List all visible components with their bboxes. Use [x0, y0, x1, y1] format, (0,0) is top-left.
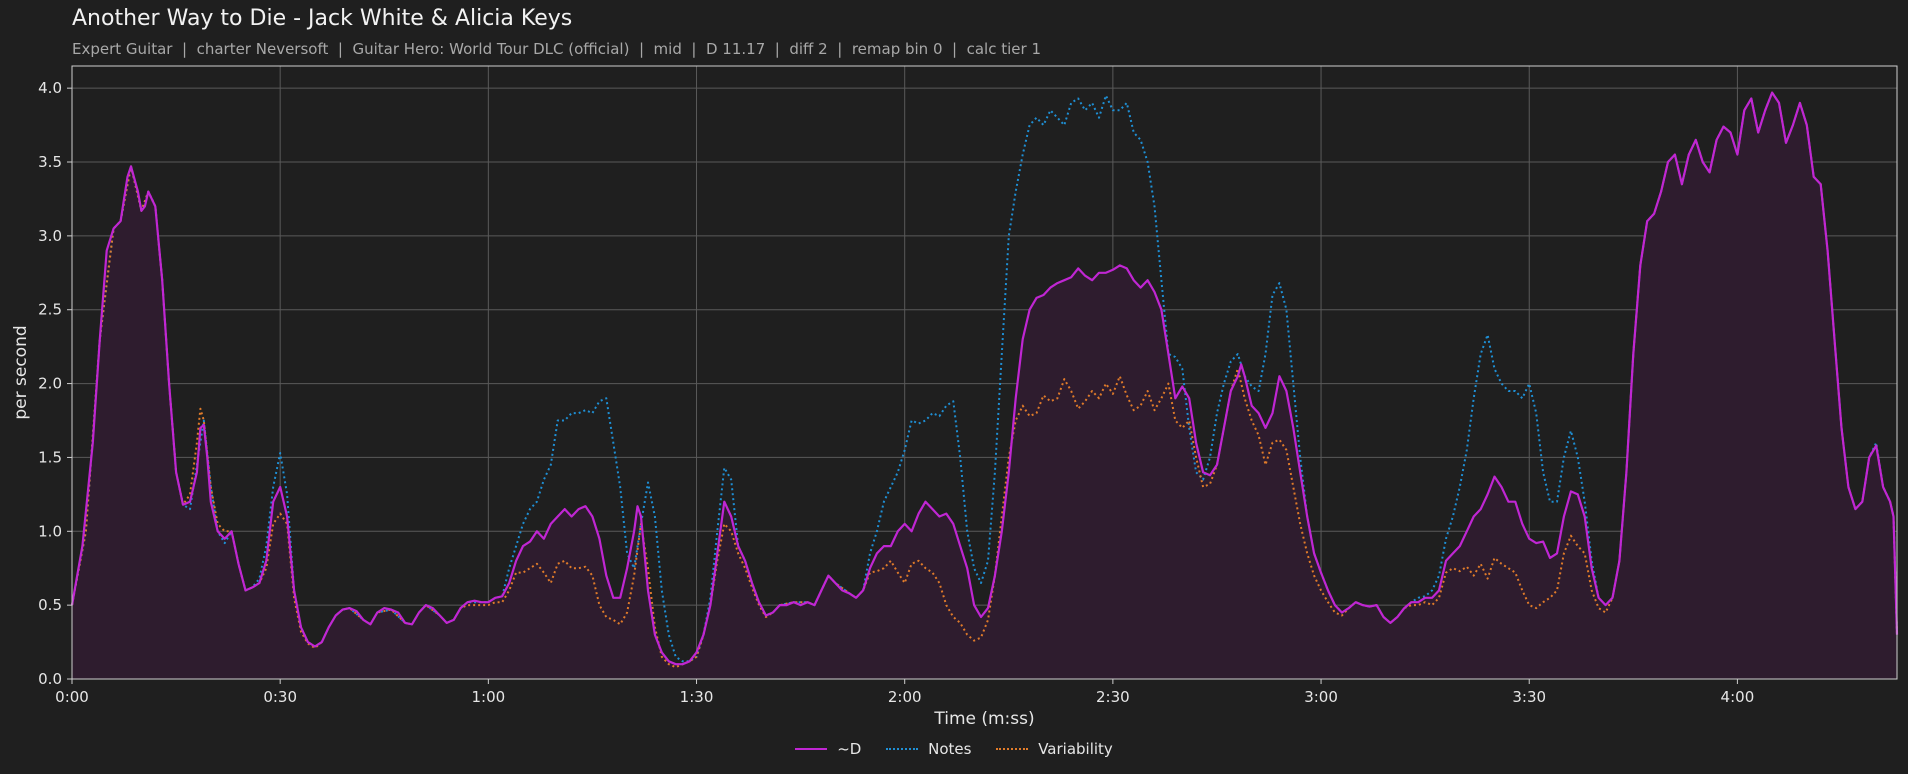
- legend-label-variability: Variability: [1038, 740, 1113, 758]
- legend-label-d: ~D: [837, 740, 862, 758]
- y-tick-label: 4.0: [38, 79, 62, 97]
- x-tick-label: 3:30: [1512, 688, 1546, 706]
- y-tick-label: 3.0: [38, 227, 62, 245]
- plot-area: 0:00 0:30 1:00 1:30 2:00 2:30 3:00 3:30 4:00 0.0…: [11, 65, 1899, 729]
- y-tick-label: 1.0: [38, 522, 62, 540]
- legend-label-notes: Notes: [928, 740, 972, 758]
- x-axis-label: Time (m:ss): [933, 709, 1034, 729]
- x-tick-label: 1:30: [680, 688, 714, 706]
- x-tick-label: 4:00: [1721, 688, 1755, 706]
- y-tick-label: 0.5: [38, 596, 62, 614]
- y-tick-label: 1.5: [38, 448, 62, 466]
- x-tick-label: 2:00: [888, 688, 922, 706]
- legend-swatch-variability: [996, 748, 1029, 750]
- y-tick-label: 2.5: [38, 301, 62, 319]
- legend: ~D Notes Variability: [0, 736, 1908, 758]
- legend-swatch-d: [795, 748, 828, 750]
- x-tick-label: 3:00: [1304, 688, 1338, 706]
- x-tick-label: 2:30: [1096, 688, 1130, 706]
- legend-swatch-notes: [886, 748, 919, 750]
- x-tick-label: 1:00: [472, 688, 506, 706]
- legend-item-variability: Variability: [996, 740, 1113, 758]
- x-axis-ticks: 0:00 0:30 1:00 1:30 2:00 2:30 3:00 3:30 4:00: [55, 679, 1754, 706]
- legend-item-notes: Notes: [886, 740, 971, 758]
- y-tick-label: 3.5: [38, 153, 62, 171]
- legend-item-d: ~D: [795, 740, 861, 758]
- x-tick-label: 0:00: [55, 688, 89, 706]
- y-tick-label: 0.0: [38, 670, 62, 688]
- y-axis-ticks: 0.0 0.5 1.0 1.5 2.0 2.5 3.0 3.5 4.0: [38, 79, 72, 688]
- x-tick-label: 0:30: [263, 688, 297, 706]
- y-tick-label: 2.0: [38, 375, 62, 393]
- y-axis-label: per second: [11, 325, 31, 419]
- d-fill-area: [72, 92, 1897, 680]
